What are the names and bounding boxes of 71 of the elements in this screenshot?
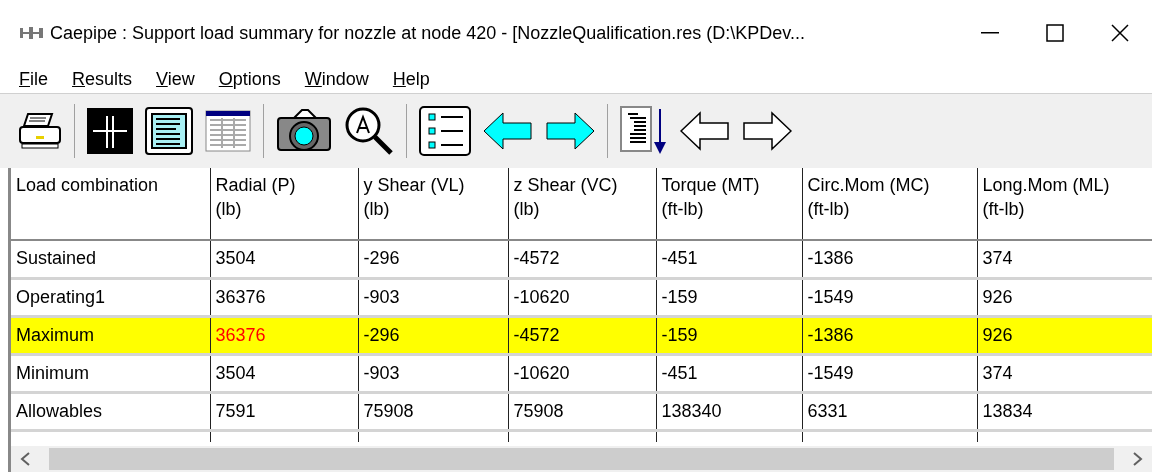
sort-down-icon[interactable] — [620, 106, 668, 156]
column-header: Load combination — [16, 174, 159, 197]
highlighted-row[interactable]: Maximum 36376 -296 -4572 -159 -1386 926 — [11, 316, 1152, 354]
table-cell: Allowables — [16, 400, 103, 421]
table-icon[interactable] — [205, 110, 251, 152]
table-cell: -4572 — [513, 248, 560, 269]
table-row[interactable]: Operating1 36376 -903 -10620 -159 -1549 926 — [11, 278, 1152, 316]
table-cell: 13834 — [982, 400, 1033, 421]
column-header: Torque (MT) (ft-lb) — [661, 174, 760, 221]
document-icon[interactable] — [145, 107, 193, 155]
menu-item[interactable]: File — [19, 66, 48, 93]
printer-icon[interactable] — [18, 111, 62, 151]
table-cell: -4572 — [513, 324, 560, 345]
table-cell: Sustained — [16, 248, 97, 269]
menu-item[interactable]: Window — [304, 66, 369, 93]
window-title: Caepipe : Support load summary for nozzle at node 420 - [NozzleQualification.res (D:\KPDev... — [50, 21, 806, 45]
table-cell: -1386 — [807, 324, 854, 345]
table-cell: 926 — [982, 286, 1013, 307]
table-cell: -1386 — [807, 248, 854, 269]
table-cell: -903 — [363, 362, 400, 383]
magnifier-icon[interactable] — [344, 106, 394, 156]
menu-item[interactable]: Help — [392, 66, 430, 93]
menu-item[interactable]: View — [156, 66, 195, 93]
table-cell: 3504 — [215, 362, 256, 383]
table-cell: Maximum — [16, 324, 94, 345]
table-cell: -451 — [661, 248, 698, 269]
table-cell: 36376 — [215, 324, 266, 345]
table-cell: 36376 — [215, 286, 266, 307]
app-icon — [20, 26, 44, 40]
table-cell: 75908 — [363, 400, 414, 421]
table-cell: -1549 — [807, 286, 854, 307]
table-cell: -296 — [363, 324, 400, 345]
table-cell: 3504 — [215, 248, 256, 269]
right-arrow-icon[interactable] — [742, 111, 792, 151]
menu-item[interactable]: Options — [218, 66, 281, 93]
table-cell: -903 — [363, 286, 400, 307]
column-header: Long.Mom (ML) (ft-lb) — [982, 174, 1110, 221]
table-cell: Minimum — [16, 362, 89, 383]
scroll-right-icon[interactable] — [1132, 452, 1144, 466]
table-cell: -451 — [661, 362, 698, 383]
column-header: Circ.Mom (MC) (ft-lb) — [807, 174, 930, 221]
minimize-icon — [980, 32, 999, 34]
scrollbar-thumb[interactable] — [49, 448, 1114, 470]
scroll-left-icon[interactable] — [19, 452, 31, 466]
close-icon — [1110, 24, 1129, 42]
table-cell: 374 — [982, 362, 1013, 383]
table-row[interactable]: Allowables 7591 75908 75908 138340 6331 13834 — [11, 392, 1152, 430]
column-header: Radial (P) (lb) — [215, 174, 296, 221]
table-cell: Operating1 — [16, 286, 106, 307]
table-cell: 138340 — [661, 400, 722, 421]
table-cell: 75908 — [513, 400, 564, 421]
table-cell: -159 — [661, 286, 698, 307]
menu-item[interactable]: Results — [72, 66, 133, 93]
table-cell: -159 — [661, 324, 698, 345]
table-cell: -10620 — [513, 286, 570, 307]
table-cell: 6331 — [807, 400, 848, 421]
table-cell: -296 — [363, 248, 400, 269]
left-arrow-icon[interactable] — [680, 111, 730, 151]
camera-icon[interactable] — [276, 108, 332, 154]
table-cell: -10620 — [513, 362, 570, 383]
grid-icon[interactable] — [87, 108, 133, 154]
maximize-icon — [1045, 24, 1064, 42]
table-cell: 7591 — [215, 400, 256, 421]
list-icon[interactable] — [419, 106, 471, 156]
table-cell: 926 — [982, 324, 1013, 345]
table-cell: -1549 — [807, 362, 854, 383]
table-row[interactable]: Sustained 3504 -296 -4572 -451 -1386 374 — [11, 240, 1152, 278]
table-row[interactable]: Minimum 3504 -903 -10620 -451 -1549 374 — [11, 354, 1152, 392]
column-header: y Shear (VL) (lb) — [363, 174, 465, 221]
column-header: z Shear (VC) (lb) — [513, 174, 618, 221]
table-cell: 374 — [982, 248, 1013, 269]
